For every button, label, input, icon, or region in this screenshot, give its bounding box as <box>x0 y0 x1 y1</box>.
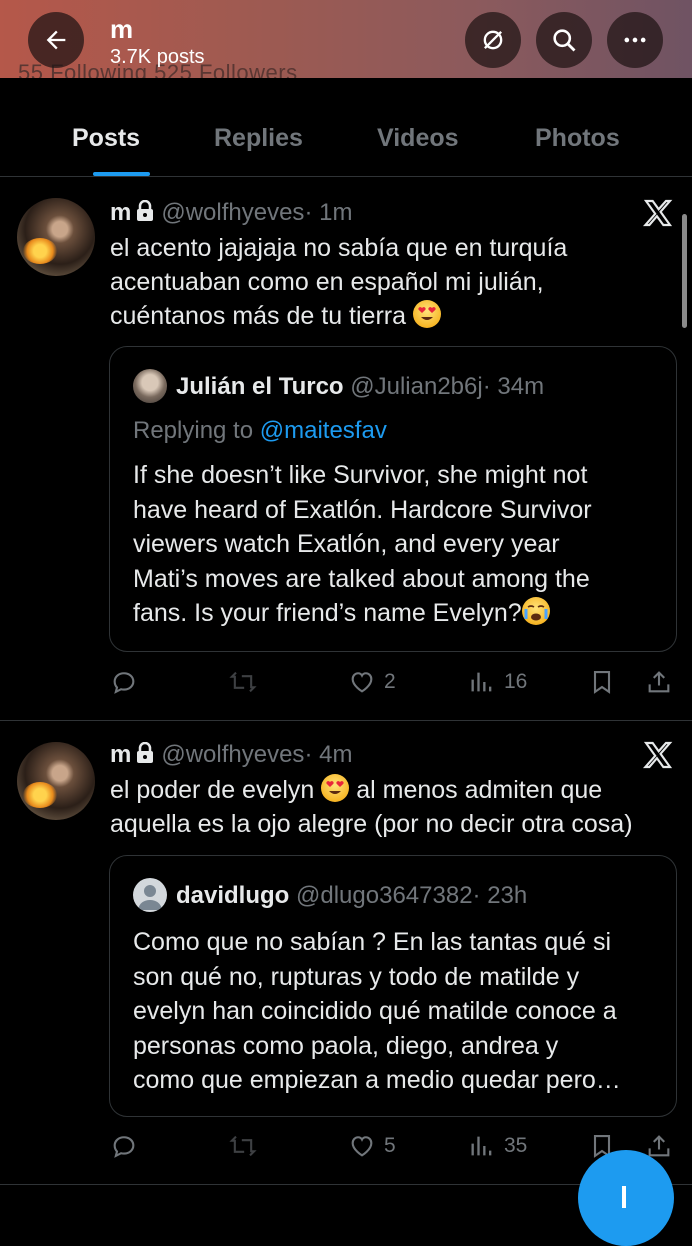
back-arrow-icon <box>46 30 66 50</box>
quoted-header: Julián el Turco @Julian2b6j· 34m <box>176 373 544 401</box>
post-header: m @wolfhyeves· 4m <box>110 741 352 769</box>
quoted-avatar <box>133 878 167 912</box>
retweet-icon <box>229 671 257 693</box>
grok-icon <box>483 30 503 50</box>
post-header: m @wolfhyeves· 1m <box>110 199 352 227</box>
search-icon <box>553 29 576 52</box>
reply-icon <box>113 1136 135 1158</box>
views-icon <box>471 672 492 692</box>
avatar[interactable] <box>17 198 95 276</box>
active-tab-indicator <box>93 172 150 176</box>
like-button[interactable]: 2 <box>348 662 396 702</box>
quoted-post[interactable]: davidlugo @dlugo3647382· 23h Como que no… <box>109 855 677 1117</box>
reply-icon <box>113 672 135 694</box>
share-icon <box>648 671 670 693</box>
like-icon <box>351 672 373 693</box>
tab-replies[interactable]: Replies <box>214 124 303 153</box>
crying-emoji <box>521 597 550 625</box>
plus-icon <box>622 1186 626 1208</box>
compose-button[interactable] <box>578 1150 674 1246</box>
search-button[interactable] <box>536 12 592 68</box>
quoted-post[interactable]: Julián el Turco @Julian2b6j· 34m Replyin… <box>109 346 677 652</box>
bookmark-button[interactable] <box>588 662 616 702</box>
post-actions: 5 35 <box>0 1126 692 1166</box>
author-handle[interactable]: @wolfhyeves <box>161 199 304 226</box>
x-logo-icon <box>642 741 673 769</box>
quoted-text: If she doesn’t like Survivor, she might … <box>133 461 592 627</box>
author-name[interactable]: m <box>110 741 131 768</box>
views-button[interactable]: 35 <box>468 1126 527 1166</box>
post-text-line: acentuaban como en español mi julián, <box>110 268 544 296</box>
heart-eyes-emoji <box>412 300 441 328</box>
reply-button[interactable] <box>110 662 138 702</box>
mention-link[interactable]: @maitesfav <box>260 417 387 444</box>
view-count: 16 <box>504 670 528 693</box>
retweet-icon <box>229 1135 257 1157</box>
back-button[interactable] <box>28 12 84 68</box>
post-text-line: el poder de evelyn al menos admiten que <box>110 774 603 804</box>
replying-to: Replying to @maitesfav <box>133 417 387 444</box>
quoted-author-handle: @Julian2b6j <box>350 373 483 400</box>
post-text: el poder de evelyn al menos admiten que … <box>110 773 633 841</box>
post-time: · 4m <box>304 741 353 768</box>
heart-eyes-emoji <box>321 774 350 802</box>
post-text-line: aquella es la ojo alegre (por no decir o… <box>110 810 633 838</box>
default-avatar-icon <box>138 885 162 910</box>
bookmark-icon <box>593 671 611 694</box>
share-button[interactable] <box>645 662 673 702</box>
quoted-author-name: davidlugo <box>176 882 290 909</box>
more-icon <box>624 37 646 43</box>
post[interactable]: m @wolfhyeves· 4m el poder de evelyn al m… <box>0 721 692 1199</box>
author-handle[interactable]: @wolfhyeves <box>161 741 304 768</box>
post-count: 3.7K posts <box>110 46 205 68</box>
quoted-author-name: Julián el Turco <box>176 373 344 400</box>
quoted-post-time: · 34m <box>482 373 545 400</box>
like-button[interactable]: 5 <box>348 1126 396 1166</box>
post-text-line: cuéntanos más de tu tierra <box>110 299 567 333</box>
quoted-avatar <box>133 369 167 403</box>
post-actions: 2 16 <box>0 662 692 702</box>
author-name[interactable]: m <box>110 199 131 226</box>
post[interactable]: m @wolfhyeves· 1m el acento jajajaja no s… <box>0 177 692 720</box>
post-text: el acento jajajaja no sabía que en turqu… <box>110 231 567 333</box>
quoted-header: davidlugo @dlugo3647382· 23h <box>176 882 527 910</box>
like-icon <box>351 1136 373 1157</box>
profile-name: m <box>110 14 134 44</box>
like-count: 2 <box>384 670 396 693</box>
views-icon <box>471 1136 492 1156</box>
avatar[interactable] <box>17 742 95 820</box>
retweet-button[interactable] <box>229 1126 257 1166</box>
quoted-text: Como que no sabían ? En las tantas qué s… <box>133 928 621 1094</box>
like-count: 5 <box>384 1134 396 1157</box>
view-count: 35 <box>504 1134 528 1157</box>
grok-button[interactable] <box>465 12 521 68</box>
tab-photos[interactable]: Photos <box>535 124 620 153</box>
post-time: · 1m <box>304 199 353 226</box>
post-text-line: el acento jajajaja no sabía que en turqu… <box>110 234 568 262</box>
x-logo-icon <box>642 199 673 227</box>
profile-header: 55 Following 525 Followers m 3.7K posts <box>0 0 692 78</box>
lock-icon <box>137 742 154 763</box>
retweet-button[interactable] <box>229 662 257 702</box>
quoted-post-time: · 23h <box>472 882 528 909</box>
reply-button[interactable] <box>110 1126 138 1166</box>
quoted-author-handle: @dlugo3647382 <box>296 882 473 909</box>
tab-posts[interactable]: Posts <box>72 124 140 153</box>
lock-icon <box>137 200 154 221</box>
views-button[interactable]: 16 <box>468 662 527 702</box>
profile-tabs: Posts Replies Videos Photos <box>0 78 692 177</box>
tab-videos[interactable]: Videos <box>377 124 459 153</box>
more-button[interactable] <box>607 12 663 68</box>
